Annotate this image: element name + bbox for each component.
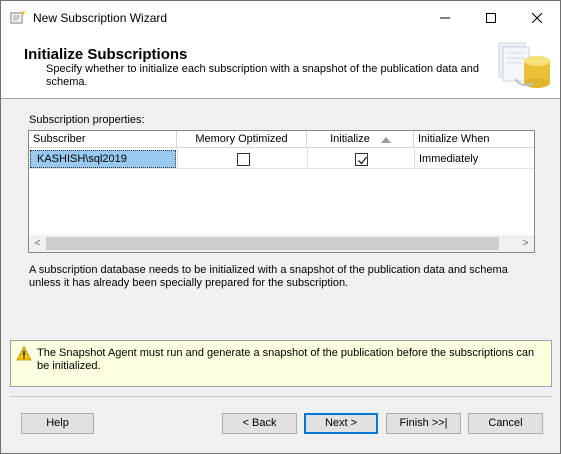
minimize-button[interactable] — [422, 1, 468, 34]
maximize-icon — [486, 12, 496, 23]
page-title: Initialize Subscriptions — [24, 46, 188, 63]
warning-text: The Snapshot Agent must run and generate… — [37, 347, 535, 372]
column-header-memory-optimized[interactable]: Memory Optimized — [177, 131, 307, 148]
chevron-right-icon: > — [522, 238, 529, 249]
footer-divider — [10, 396, 552, 397]
subscriber-name: KASHISH\sql2019 — [37, 153, 127, 165]
scroll-right-button[interactable]: > — [517, 235, 534, 252]
scroll-left-button[interactable]: < — [29, 235, 46, 252]
initialize-cell — [307, 149, 414, 169]
info-description: A subscription database needs to be init… — [29, 264, 508, 289]
subscription-grid: Subscriber Memory Optimized Initialize I… — [28, 130, 535, 253]
checkmark-icon — [358, 156, 368, 165]
wizard-window: New Subscription Wizard Initialize Subsc… — [0, 0, 561, 454]
help-button[interactable]: Help — [21, 413, 94, 434]
column-header-subscriber[interactable]: Subscriber — [29, 131, 177, 148]
window-title: New Subscription Wizard — [33, 11, 168, 25]
initialize-when-cell[interactable]: Immediately — [414, 149, 534, 169]
initialize-checkbox[interactable] — [355, 153, 368, 166]
warning-icon — [16, 346, 32, 361]
column-header-initialize[interactable]: Initialize — [307, 131, 414, 148]
header-banner: Initialize Subscriptions Specify whether… — [1, 34, 560, 99]
memory-optimized-cell — [177, 149, 307, 169]
scrollbar-thumb[interactable] — [46, 237, 499, 250]
close-icon — [532, 12, 542, 23]
page-subtitle: Specify whether to initialize each subsc… — [46, 63, 479, 88]
next-button[interactable]: Next > — [304, 413, 378, 434]
subscription-properties-label: Subscription properties: — [29, 114, 145, 126]
maximize-button[interactable] — [468, 1, 514, 34]
memory-optimized-checkbox[interactable] — [237, 153, 250, 166]
title-bar: New Subscription Wizard — [1, 1, 560, 34]
table-row[interactable]: KASHISH\sql2019 Immediately — [29, 149, 534, 169]
database-graphic-icon — [493, 39, 555, 94]
horizontal-scrollbar[interactable]: < > — [29, 235, 534, 252]
cancel-button[interactable]: Cancel — [468, 413, 543, 434]
minimize-icon — [440, 17, 450, 18]
back-button[interactable]: < Back — [222, 413, 297, 434]
column-header-initialize-when[interactable]: Initialize When — [414, 131, 534, 148]
chevron-left-icon: < — [34, 238, 41, 249]
subscriber-cell[interactable]: KASHISH\sql2019 — [29, 149, 177, 169]
grid-header: Subscriber Memory Optimized Initialize I… — [29, 131, 534, 148]
close-button[interactable] — [514, 1, 560, 34]
warning-box: The Snapshot Agent must run and generate… — [10, 340, 552, 387]
finish-button[interactable]: Finish >>| — [386, 413, 461, 434]
wizard-app-icon — [10, 10, 26, 25]
sort-ascending-icon — [381, 137, 391, 143]
